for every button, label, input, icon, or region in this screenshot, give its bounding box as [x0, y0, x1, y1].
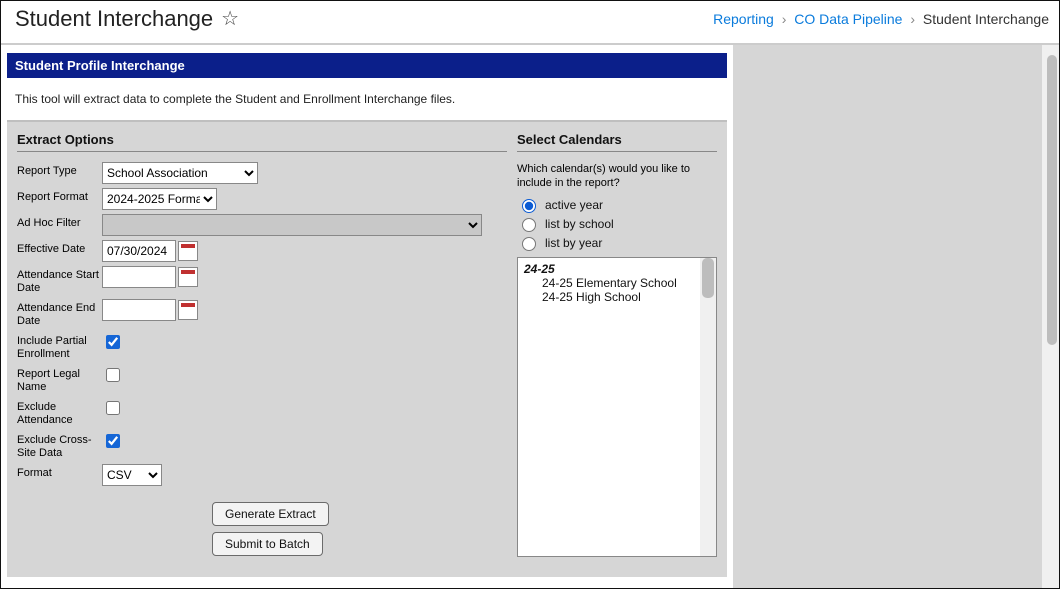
select-calendars-heading: Select Calendars	[517, 132, 717, 152]
label-att-start: Attendance Start Date	[17, 266, 102, 295]
report-type-select[interactable]: School Association	[102, 162, 258, 184]
label-include-partial: Include Partial Enrollment	[17, 332, 102, 361]
radio-list-by-year-label: list by year	[545, 236, 602, 250]
calendars-prompt: Which calendar(s) would you like to incl…	[517, 162, 717, 190]
scrollbar[interactable]	[700, 258, 716, 556]
calendar-tree-item[interactable]: 24-25 Elementary School	[524, 276, 710, 290]
calendar-tree-item[interactable]: 24-25 High School	[524, 290, 710, 304]
exclude-cross-site-checkbox[interactable]	[106, 434, 120, 448]
side-gutter	[733, 45, 1059, 588]
panel-title: Student Profile Interchange	[7, 53, 727, 78]
panel-intro-text: This tool will extract data to complete …	[1, 78, 733, 120]
report-legal-name-checkbox[interactable]	[106, 368, 120, 382]
extract-options-heading: Extract Options	[17, 132, 507, 152]
scrollbar[interactable]	[1042, 45, 1059, 588]
attendance-end-input[interactable]	[102, 299, 176, 321]
radio-list-by-school[interactable]	[522, 218, 536, 232]
calendar-icon[interactable]	[178, 300, 198, 320]
page-header: Student Interchange ☆ Reporting › CO Dat…	[1, 1, 1059, 45]
breadcrumb: Reporting › CO Data Pipeline › Student I…	[713, 11, 1049, 27]
radio-active-year[interactable]	[522, 199, 536, 213]
label-exclude-cross-site: Exclude Cross-Site Data	[17, 431, 102, 460]
calendar-tree-root[interactable]: 24-25	[524, 262, 710, 276]
scrollbar-thumb[interactable]	[702, 258, 714, 298]
radio-list-by-year[interactable]	[522, 237, 536, 251]
label-adhoc: Ad Hoc Filter	[17, 214, 102, 230]
submit-to-batch-button[interactable]: Submit to Batch	[212, 532, 323, 556]
calendar-icon[interactable]	[178, 267, 198, 287]
effective-date-input[interactable]	[102, 240, 176, 262]
scrollbar-thumb[interactable]	[1047, 55, 1057, 345]
label-legal-name: Report Legal Name	[17, 365, 102, 394]
label-format: Format	[17, 464, 102, 480]
radio-list-by-school-label: list by school	[545, 217, 614, 231]
label-exclude-attendance: Exclude Attendance	[17, 398, 102, 427]
exclude-attendance-checkbox[interactable]	[106, 401, 120, 415]
report-format-select[interactable]: 2024-2025 Format	[102, 188, 217, 210]
calendar-icon[interactable]	[178, 241, 198, 261]
breadcrumb-reporting[interactable]: Reporting	[713, 11, 774, 27]
attendance-start-input[interactable]	[102, 266, 176, 288]
page-title: Student Interchange	[15, 6, 213, 32]
label-report-type: Report Type	[17, 162, 102, 178]
favorite-star-icon[interactable]: ☆	[221, 9, 239, 29]
output-format-select[interactable]: CSV	[102, 464, 162, 486]
label-report-format: Report Format	[17, 188, 102, 204]
label-att-end: Attendance End Date	[17, 299, 102, 328]
include-partial-checkbox[interactable]	[106, 335, 120, 349]
breadcrumb-co-data-pipeline[interactable]: CO Data Pipeline	[794, 11, 902, 27]
generate-extract-button[interactable]: Generate Extract	[212, 502, 329, 526]
calendar-list[interactable]: 24-25 24-25 Elementary School 24-25 High…	[517, 257, 717, 557]
chevron-right-icon: ›	[778, 11, 791, 27]
label-effective-date: Effective Date	[17, 240, 102, 256]
radio-active-year-label: active year	[545, 198, 603, 212]
breadcrumb-current: Student Interchange	[923, 11, 1049, 27]
adhoc-filter-select[interactable]	[102, 214, 482, 236]
chevron-right-icon: ›	[906, 11, 919, 27]
